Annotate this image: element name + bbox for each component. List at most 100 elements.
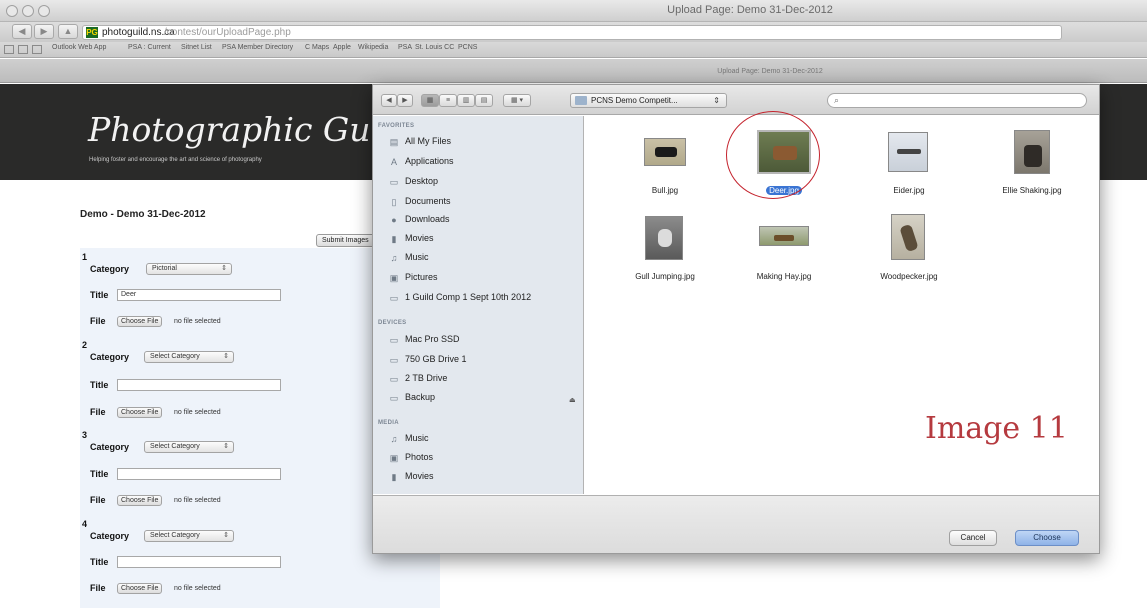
bookmark-psa[interactable]: PSA: [398, 44, 412, 51]
forward-arrow-icon: ▶: [402, 97, 408, 104]
desktop-icon: ▭: [389, 177, 399, 187]
file-open-dialog: ◀ ▶ ▦ ≡ ▥ ▤ ▦ ▾ PCNS Demo Competit... ⇕ …: [372, 84, 1100, 554]
title-input[interactable]: Deer: [117, 289, 281, 301]
bookmark-sitnet[interactable]: Sitnet List: [181, 44, 212, 51]
address-bar[interactable]: PG photoguild.ns.ca /contest/ourUploadPa…: [82, 25, 1062, 40]
pictures-icon: ▣: [389, 273, 399, 283]
minimize-window-button[interactable]: [22, 5, 34, 17]
title-input[interactable]: [117, 468, 281, 480]
sidebar-item-all-my-files[interactable]: ▤ All My Files: [389, 136, 451, 147]
bull-silhouette: [655, 147, 677, 157]
sidebar-item-2tb[interactable]: ▭ 2 TB Drive: [389, 373, 448, 384]
sidebar-item-desktop[interactable]: ▭ Desktop: [389, 176, 438, 187]
title-label: Title: [90, 290, 109, 300]
zoom-window-button[interactable]: [38, 5, 50, 17]
browser-titlebar: Upload Page: Demo 31-Dec-2012: [0, 0, 1147, 22]
category-label: Category: [90, 531, 130, 541]
search-icon: ⌕: [834, 95, 840, 105]
coverflow-view-button[interactable]: ▤: [475, 94, 493, 107]
sidebar-item-750gb[interactable]: ▭ 750 GB Drive 1: [389, 354, 467, 365]
tab-upload-page[interactable]: Upload Page: Demo 31-Dec-2012: [620, 68, 920, 75]
sidebar-item-music[interactable]: ♫ Music: [389, 252, 429, 263]
title-label: Title: [90, 557, 109, 567]
downloads-icon: ●: [391, 215, 397, 225]
column-view-button[interactable]: ▥: [457, 94, 475, 107]
bookmark-c-maps[interactable]: C Maps: [305, 44, 329, 51]
close-window-button[interactable]: [6, 5, 18, 17]
bookmark-psa-member[interactable]: PSA Member Directory: [222, 44, 293, 51]
file-grid: Bull.jpg Deer.jpg Eider.jpg Ellie Shakin…: [585, 111, 1099, 494]
title-input[interactable]: [117, 556, 281, 568]
search-field[interactable]: ⌕: [827, 93, 1087, 108]
bookmark-pcns[interactable]: PCNS: [458, 44, 477, 51]
category-select[interactable]: Select Category ⇕: [144, 441, 234, 453]
column-view-icon: ▥: [462, 97, 470, 104]
list-view-button[interactable]: ≡: [439, 94, 457, 107]
reading-list-icon[interactable]: [4, 45, 14, 54]
folder-icon: [575, 96, 587, 105]
choose-button[interactable]: Choose: [1015, 530, 1079, 546]
choose-file-button[interactable]: Choose File: [117, 407, 163, 418]
file-name: Making Hay.jpg: [756, 272, 812, 281]
bookmark-wikipedia[interactable]: Wikipedia: [358, 44, 388, 51]
dialog-back-button[interactable]: ◀: [381, 94, 397, 107]
making-hay-thumbnail: [759, 226, 809, 246]
sidebar-item-guild-comp[interactable]: ▭ 1 Guild Comp 1 Sept 10th 2012: [389, 292, 531, 303]
sidebar-item-applications[interactable]: A Applications: [389, 156, 454, 167]
forward-button[interactable]: ▶: [34, 24, 54, 39]
sidebar-item-downloads[interactable]: ● Downloads: [389, 214, 449, 225]
eject-icon[interactable]: ⏏: [569, 396, 576, 404]
bookmark-apple[interactable]: Apple: [333, 44, 351, 51]
bookmark-psa-current[interactable]: PSA : Current: [128, 44, 171, 51]
devices-header: DEVICES: [378, 320, 407, 326]
forward-arrow-icon: ▶: [40, 26, 48, 36]
category-select[interactable]: Pictorial ⇕: [146, 263, 232, 275]
bookmark-st-louis[interactable]: St. Louis CC: [415, 44, 454, 51]
file-name: Ellie Shaking.jpg: [1002, 186, 1062, 195]
choose-file-button[interactable]: Choose File: [117, 316, 163, 327]
drive-icon: ▭: [389, 374, 399, 384]
site-title: Photographic Guild: [88, 110, 413, 149]
entry-number: 4: [82, 519, 88, 529]
choose-file-button[interactable]: Choose File: [117, 583, 163, 594]
category-select[interactable]: Select Category ⇕: [144, 530, 234, 542]
sidebar-item-documents[interactable]: ▯ Documents: [389, 196, 451, 207]
category-label: Category: [90, 352, 130, 362]
back-button[interactable]: ◀: [12, 24, 32, 39]
sidebar-item-media-movies[interactable]: ▮ Movies: [389, 471, 434, 482]
arrange-button[interactable]: ▦ ▾: [503, 94, 531, 107]
site-favicon: PG: [86, 27, 98, 38]
tab-bar: Upload Page: Demo 31-Dec-2012: [0, 59, 1147, 83]
sidebar-item-pictures[interactable]: ▣ Pictures: [389, 272, 438, 283]
file-name: Gull Jumping.jpg: [635, 272, 695, 281]
sidebar-item-media-music[interactable]: ♫ Music: [389, 433, 429, 444]
dialog-forward-button[interactable]: ▶: [397, 94, 413, 107]
path-popup[interactable]: PCNS Demo Competit... ⇕: [570, 93, 727, 108]
choose-file-button[interactable]: Choose File: [117, 495, 163, 506]
sidebar-item-photos[interactable]: ▣ Photos: [389, 452, 433, 463]
all-files-icon: ▤: [389, 137, 399, 147]
dialog-toolbar: ◀ ▶ ▦ ≡ ▥ ▤ ▦ ▾ PCNS Demo Competit... ⇕ …: [373, 85, 1099, 115]
sidebar-item-movies[interactable]: ▮ Movies: [389, 233, 434, 244]
documents-icon: ▯: [391, 197, 397, 207]
select-arrows-icon: ⇕: [221, 265, 227, 272]
category-select[interactable]: Select Category ⇕: [144, 351, 234, 363]
sidebar-item-mac-pro-ssd[interactable]: ▭ Mac Pro SSD: [389, 334, 460, 345]
photos-icon: ▣: [389, 453, 399, 463]
select-arrows-icon: ⇕: [223, 353, 229, 360]
file-label: File: [90, 316, 106, 326]
top-sites-icon[interactable]: [18, 45, 28, 54]
gull-thumbnail: [645, 216, 683, 260]
cancel-button[interactable]: Cancel: [949, 530, 997, 546]
title-input[interactable]: [117, 379, 281, 391]
bookmark-outlook[interactable]: Outlook Web App: [52, 44, 106, 51]
music-icon: ♫: [390, 253, 398, 263]
share-button[interactable]: ▲: [58, 24, 78, 39]
icon-view-button[interactable]: ▦: [421, 94, 439, 107]
select-arrows-icon: ⇕: [223, 532, 229, 539]
eider-thumbnail: [888, 132, 928, 172]
dog-silhouette: [1024, 145, 1042, 167]
sidebar-item-backup[interactable]: ▭ Backup: [389, 392, 435, 403]
back-arrow-icon: ◀: [18, 26, 26, 36]
bookmarks-icon[interactable]: [32, 45, 42, 54]
